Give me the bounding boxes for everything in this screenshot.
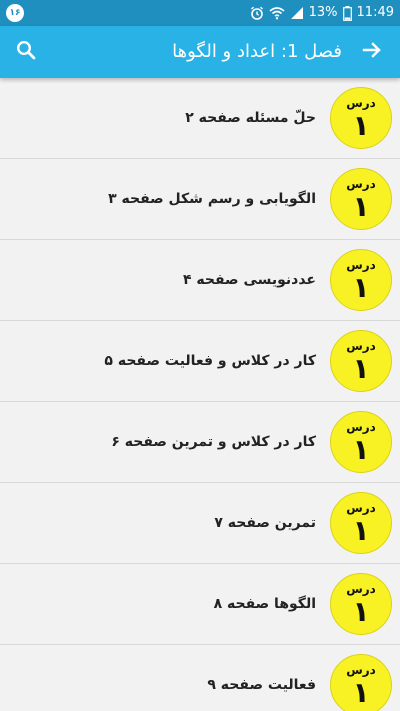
clock: 11:49 (356, 5, 394, 20)
badge-label: درس (346, 420, 376, 434)
lesson-badge: درس ۱ (330, 654, 392, 711)
badge-number: ۱ (352, 271, 370, 304)
lesson-title: فعالیت صفحه ۹ (207, 677, 316, 693)
battery-percent: 13% (308, 5, 338, 20)
lesson-badge: درس ۱ (330, 492, 392, 554)
lesson-badge: درس ۱ (330, 573, 392, 635)
lesson-title: تمرین صفحه ۷ (214, 515, 316, 531)
lesson-title: کار در کلاس و فعالیت صفحه ۵ (104, 353, 316, 369)
badge-label: درس (346, 258, 376, 272)
lesson-item[interactable]: درس ۱ الگویابی و رسم شکل صفحه ۳ (0, 159, 400, 240)
lesson-badge: درس ۱ (330, 249, 392, 311)
alarm-icon (250, 6, 264, 20)
status-indicators: 13% 11:49 (250, 0, 394, 26)
lesson-list: درس ۱ حلّ مسئله صفحه ۲ درس ۱ الگویابی و … (0, 78, 400, 711)
lesson-title: حلّ مسئله صفحه ۲ (185, 110, 316, 126)
lesson-title: عددنویسی صفحه ۴ (182, 272, 316, 288)
lesson-badge: درس ۱ (330, 330, 392, 392)
lesson-title: کار در کلاس و تمرین صفحه ۶ (111, 434, 316, 450)
badge-number: ۱ (352, 352, 370, 385)
badge-label: درس (346, 177, 376, 191)
battery-icon (342, 5, 352, 21)
lesson-item[interactable]: درس ۱ حلّ مسئله صفحه ۲ (0, 78, 400, 159)
badge-number: ۱ (352, 109, 370, 142)
badge-number: ۱ (352, 676, 370, 709)
lesson-item[interactable]: درس ۱ فعالیت صفحه ۹ (0, 645, 400, 711)
lesson-title: الگوها صفحه ۸ (213, 596, 316, 612)
lesson-item[interactable]: درس ۱ عددنویسی صفحه ۴ (0, 240, 400, 321)
badge-label: درس (346, 96, 376, 110)
search-button[interactable] (12, 38, 40, 66)
back-button[interactable] (358, 38, 386, 66)
lesson-badge: درس ۱ (330, 411, 392, 473)
lesson-title: الگویابی و رسم شکل صفحه ۳ (108, 191, 316, 207)
badge-number: ۱ (352, 514, 370, 547)
lesson-item[interactable]: درس ۱ الگوها صفحه ۸ (0, 564, 400, 645)
badge-number: ۱ (352, 190, 370, 223)
badge-number: ۱ (352, 433, 370, 466)
lesson-item[interactable]: درس ۱ کار در کلاس و تمرین صفحه ۶ (0, 402, 400, 483)
lesson-badge: درس ۱ (330, 87, 392, 149)
badge-label: درس (346, 582, 376, 596)
signal-icon (290, 6, 304, 20)
notification-badge-icon: ۱۶ (6, 4, 24, 22)
search-icon (16, 40, 36, 64)
page-title: فصل 1: اعداد و الگوها (172, 41, 342, 62)
app-bar: فصل 1: اعداد و الگوها (0, 26, 400, 78)
wifi-icon (269, 6, 285, 20)
badge-label: درس (346, 663, 376, 677)
badge-label: درس (346, 501, 376, 515)
badge-number: ۱ (352, 595, 370, 628)
status-bar: ۱۶ 13% 11:49 (0, 0, 400, 26)
lesson-item[interactable]: درس ۱ کار در کلاس و فعالیت صفحه ۵ (0, 321, 400, 402)
lesson-item[interactable]: درس ۱ تمرین صفحه ۷ (0, 483, 400, 564)
lesson-badge: درس ۱ (330, 168, 392, 230)
arrow-right-icon (362, 40, 382, 64)
badge-label: درس (346, 339, 376, 353)
